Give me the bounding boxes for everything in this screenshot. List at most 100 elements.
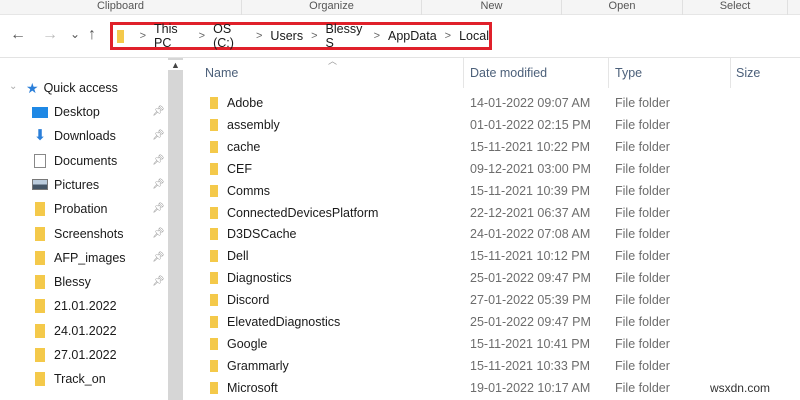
- breadcrumb-appdata[interactable]: AppData: [388, 29, 437, 43]
- chevron-right-icon: >: [373, 30, 381, 42]
- pin-icon[interactable]: 📌︎: [152, 130, 165, 141]
- sidebar-item[interactable]: Pictures: [32, 175, 99, 195]
- breadcrumb-os-c[interactable]: OS (C:): [213, 22, 248, 50]
- sidebar-quick-access[interactable]: ★ Quick access: [26, 78, 118, 98]
- folder-icon: [117, 29, 124, 43]
- table-row[interactable]: Discord 27-01-2022 05:39 PM File folder: [185, 289, 800, 311]
- folder-icon: [35, 372, 45, 387]
- column-header-type[interactable]: Type: [615, 66, 642, 80]
- chevron-right-icon: >: [139, 30, 147, 42]
- sort-caret-icon: ︿: [328, 56, 338, 66]
- sidebar-item[interactable]: Probation: [32, 199, 108, 219]
- ribbon-group-organize[interactable]: Organize: [242, 0, 422, 15]
- sidebar-item[interactable]: 27.01.2022: [32, 345, 117, 365]
- chevron-right-icon: >: [444, 30, 452, 42]
- pin-icon[interactable]: 📌︎: [152, 203, 165, 214]
- folder-icon: [35, 275, 45, 290]
- table-row[interactable]: D3DSCache 24-01-2022 07:08 AM File folde…: [185, 223, 800, 245]
- scroll-up-icon[interactable]: ▲: [168, 60, 183, 70]
- address-bar[interactable]: > This PC > OS (C:) > Users > Blessy S >…: [110, 22, 492, 50]
- pin-icon[interactable]: 📌︎: [152, 155, 165, 166]
- pin-icon[interactable]: 📌︎: [152, 276, 165, 287]
- column-headers: ︿ Name Date modified Type Size: [185, 56, 800, 88]
- file-date: 15-11-2021 10:33 PM: [470, 358, 590, 373]
- pin-icon[interactable]: 📌︎: [152, 228, 165, 239]
- table-row[interactable]: Dell 15-11-2021 10:12 PM File folder: [185, 245, 800, 267]
- file-type: File folder: [615, 227, 670, 242]
- breadcrumb-this-pc[interactable]: This PC: [154, 22, 191, 50]
- file-date: 25-01-2022 09:47 PM: [470, 315, 591, 329]
- folder-icon: [210, 294, 218, 307]
- table-row[interactable]: Diagnostics 25-01-2022 09:47 PM File fol…: [185, 267, 800, 289]
- up-arrow-icon[interactable]: ↑: [88, 26, 96, 44]
- column-header-date-modified[interactable]: Date modified: [470, 66, 547, 80]
- folder-icon: [35, 250, 45, 265]
- watermark: wsxdn.com: [709, 381, 770, 395]
- pin-icon[interactable]: 📌︎: [152, 106, 165, 117]
- ribbon-group-open[interactable]: Open: [562, 0, 683, 15]
- back-arrow-icon[interactable]: ←: [10, 26, 26, 44]
- breadcrumb-local[interactable]: Local: [459, 29, 489, 43]
- table-row[interactable]: assembly 01-01-2022 02:15 PM File folder: [185, 114, 800, 136]
- table-row[interactable]: ConnectedDevicesPlatform 22-12-2021 06:3…: [185, 202, 800, 224]
- sidebar-item-label: AFP_images: [54, 250, 126, 265]
- forward-arrow-icon[interactable]: →: [42, 26, 58, 44]
- folder-icon: [210, 381, 218, 394]
- table-row[interactable]: ElevatedDiagnostics 25-01-2022 09:47 PM …: [185, 311, 800, 333]
- file-name: Dell: [227, 249, 249, 264]
- file-type: File folder: [615, 96, 670, 110]
- file-type: File folder: [615, 183, 670, 198]
- breadcrumb-blessy-s[interactable]: Blessy S: [326, 22, 366, 50]
- ribbon-group-select[interactable]: Select: [683, 0, 788, 15]
- file-type: File folder: [615, 271, 670, 286]
- sidebar-item[interactable]: 24.01.2022: [32, 321, 117, 341]
- file-name: CEF: [227, 161, 252, 176]
- table-row[interactable]: Microsoft 19-01-2022 10:17 AM File folde…: [185, 377, 800, 399]
- file-name: Grammarly: [227, 358, 289, 373]
- desktop-icon: [32, 106, 48, 118]
- folder-icon: [210, 140, 218, 153]
- recent-locations-chevron-icon[interactable]: ⌄: [70, 27, 80, 41]
- sidebar-item[interactable]: AFP_images: [32, 248, 126, 268]
- sidebar-item[interactable]: Track_on: [32, 369, 106, 389]
- sidebar-item[interactable]: Blessy: [32, 272, 91, 292]
- file-date: 22-12-2021 06:37 AM: [470, 205, 591, 220]
- breadcrumb-users[interactable]: Users: [270, 29, 303, 43]
- sidebar-item[interactable]: 21.01.2022: [32, 296, 117, 316]
- file-date: 19-01-2022 10:17 AM: [470, 380, 591, 395]
- table-row[interactable]: Adobe 14-01-2022 09:07 AM File folder: [185, 92, 800, 114]
- star-icon: ★: [26, 79, 39, 96]
- sidebar-item[interactable]: Screenshots: [32, 224, 123, 244]
- folder-icon: [210, 228, 218, 241]
- scrollbar[interactable]: ▲: [168, 58, 183, 400]
- ribbon-group-clipboard[interactable]: Clipboard: [0, 0, 242, 15]
- table-row[interactable]: CEF 09-12-2021 03:00 PM File folder: [185, 158, 800, 180]
- sidebar-item-label: Desktop: [54, 105, 100, 119]
- sidebar-item[interactable]: Desktop: [32, 102, 100, 122]
- table-row[interactable]: cache 15-11-2021 10:22 PM File folder: [185, 136, 800, 158]
- sidebar-item-label: Downloads: [54, 129, 116, 144]
- file-type: File folder: [615, 293, 670, 308]
- collapse-chevron-icon[interactable]: ⌄: [9, 81, 17, 92]
- column-header-name[interactable]: Name: [205, 66, 238, 80]
- folder-icon: [35, 226, 45, 241]
- table-row[interactable]: Google 15-11-2021 10:41 PM File folder: [185, 333, 800, 355]
- pin-icon[interactable]: 📌︎: [152, 179, 165, 190]
- sidebar-item-label: Documents: [54, 153, 118, 168]
- pin-icon[interactable]: 📌︎: [152, 252, 165, 263]
- table-row[interactable]: Grammarly 15-11-2021 10:33 PM File folde…: [185, 355, 800, 377]
- file-name: D3DSCache: [227, 227, 297, 242]
- sidebar-item-label: Pictures: [54, 177, 100, 192]
- sidebar-item-label: Blessy: [54, 275, 91, 290]
- ribbon-group-new[interactable]: New: [422, 0, 562, 15]
- sidebar-item[interactable]: ⬇ Downloads: [32, 126, 116, 146]
- chevron-right-icon: >: [198, 30, 206, 42]
- table-row[interactable]: Comms 15-11-2021 10:39 PM File folder: [185, 180, 800, 202]
- file-date: 15-11-2021 10:39 PM: [470, 183, 590, 198]
- documents-icon: [34, 153, 46, 168]
- sidebar-item-label: 24.01.2022: [54, 323, 117, 338]
- column-header-size[interactable]: Size: [736, 66, 760, 80]
- folder-icon: [210, 250, 218, 263]
- chevron-right-icon: >: [255, 30, 263, 42]
- sidebar-item[interactable]: Documents: [32, 151, 117, 171]
